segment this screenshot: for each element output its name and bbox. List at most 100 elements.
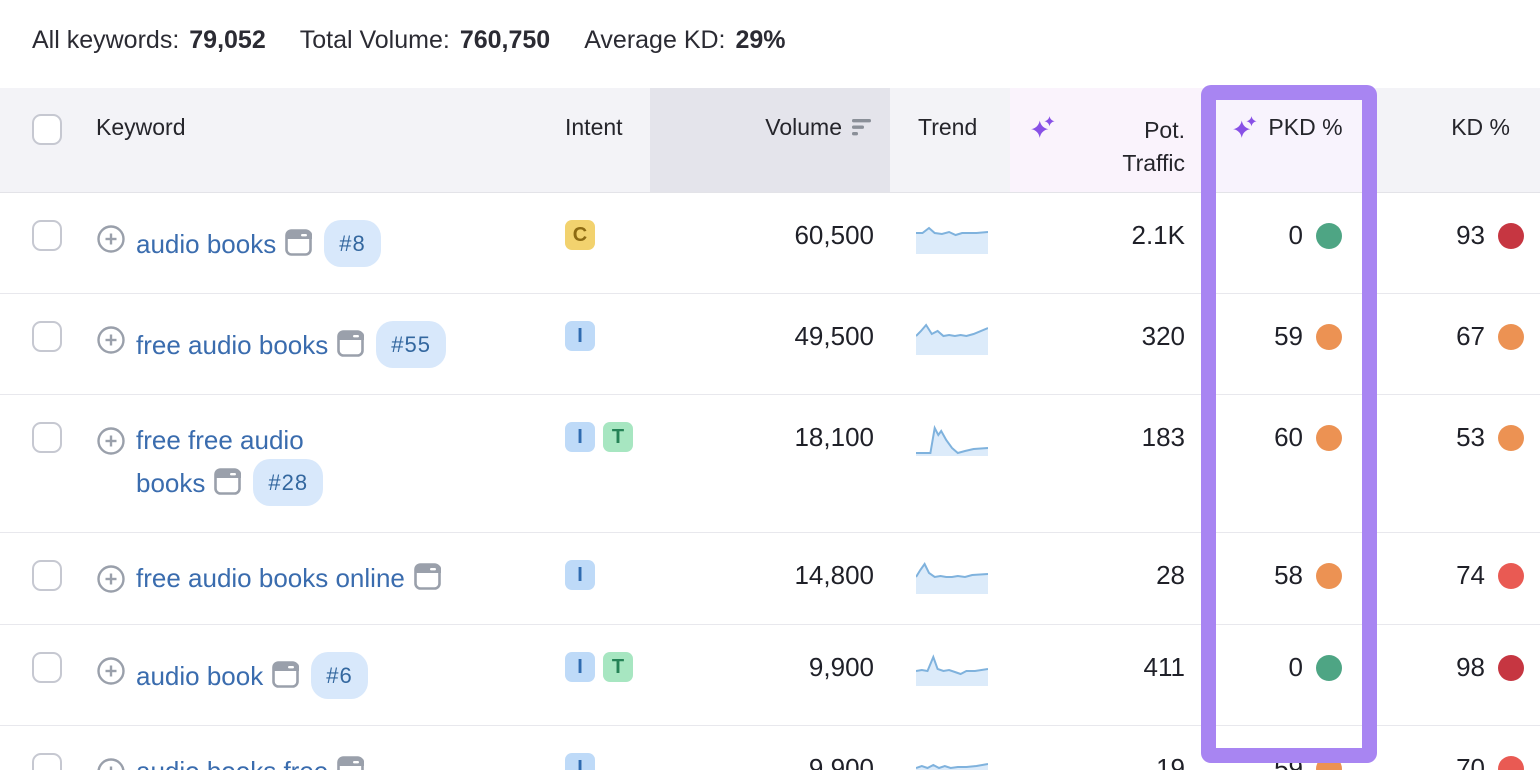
keyword-link[interactable]: audio book [136, 661, 263, 691]
serp-features-icon[interactable] [285, 229, 312, 256]
kd-cell: 93 [1376, 193, 1540, 277]
keyword-cell: free audio books #55 [80, 294, 555, 394]
row-checkbox[interactable] [32, 560, 62, 591]
volume-cell: 9,900 [650, 625, 890, 709]
add-keyword-icon[interactable] [96, 656, 126, 686]
kd-value: 93 [1456, 220, 1485, 251]
serp-features-icon[interactable] [272, 661, 299, 688]
row-checkbox[interactable] [32, 220, 62, 251]
pkd-value: 59 [1274, 753, 1303, 770]
average-kd-label: Average KD: [584, 26, 725, 55]
table-header-row: Keyword Intent Volume Trend Pot. Traf [0, 88, 1540, 193]
serp-features-icon[interactable] [337, 756, 364, 770]
pkd-value: 59 [1274, 321, 1303, 352]
ranking-position-badge: #8 [324, 220, 380, 267]
keyword-link[interactable]: audio books [136, 229, 276, 259]
pkd-difficulty-dot [1316, 425, 1342, 451]
pkd-cell: 0 [1205, 193, 1376, 277]
pkd-value: 0 [1289, 220, 1303, 251]
kd-value: 74 [1456, 560, 1485, 591]
pkd-difficulty-dot [1316, 655, 1342, 681]
pkd-difficulty-dot [1316, 223, 1342, 249]
kd-difficulty-dot [1498, 756, 1524, 770]
row-checkbox-cell [0, 395, 80, 479]
kd-value: 67 [1456, 321, 1485, 352]
select-all-checkbox[interactable] [32, 114, 62, 145]
keyword-link[interactable]: free audio books online [136, 563, 405, 593]
keyword-cell: audio books #8 [80, 193, 555, 293]
trend-cell [890, 625, 1010, 714]
ai-sparkle-icon [1232, 114, 1258, 140]
pkd-cell: 58 [1205, 533, 1376, 617]
add-keyword-icon[interactable] [96, 757, 126, 770]
row-checkbox-cell [0, 193, 80, 277]
total-volume-label: Total Volume: [300, 26, 450, 55]
row-checkbox[interactable] [32, 652, 62, 683]
trend-cell [890, 395, 1010, 484]
serp-features-icon[interactable] [414, 563, 441, 590]
keyword-text-wrap: free audio books online [136, 560, 441, 597]
intent-badge-transactional: T [603, 652, 633, 682]
pkd-difficulty-dot [1316, 324, 1342, 350]
serp-features-icon[interactable] [337, 330, 364, 357]
keyword-link[interactable]: free audio books [136, 330, 328, 360]
keyword-text-wrap: free free audio books#28 [136, 422, 323, 506]
volume-cell: 49,500 [650, 294, 890, 378]
trend-sparkline [916, 652, 988, 688]
keyword-text-wrap: free audio books #55 [136, 321, 446, 368]
volume-cell: 9,900 [650, 726, 890, 770]
trend-cell [890, 193, 1010, 282]
column-header-pot-traffic[interactable]: Pot. Traffic [1010, 88, 1205, 192]
intent-badge-informational: I [565, 422, 595, 452]
column-header-pkd[interactable]: PKD % [1205, 88, 1376, 192]
kd-difficulty-dot [1498, 655, 1524, 681]
serp-features-icon[interactable] [214, 468, 241, 495]
keyword-cell: free audio books online [80, 533, 555, 623]
ai-sparkle-icon [1030, 114, 1056, 140]
table-row: audio book#6 IT 9,900 411 0 98 [0, 625, 1540, 726]
trend-sparkline [916, 220, 988, 256]
add-keyword-icon[interactable] [96, 325, 126, 355]
table-row: free audio books#55 I 49,500 320 59 67 [0, 294, 1540, 395]
sort-descending-icon [852, 118, 874, 137]
keyword-cell: free free audio books#28 [80, 395, 555, 532]
table-row: free audio books online I 14,800 28 58 7… [0, 533, 1540, 625]
row-checkbox[interactable] [32, 321, 62, 352]
trend-sparkline [916, 321, 988, 357]
intent-cell: I [555, 533, 650, 616]
summary-total-volume: Total Volume: 760,750 [300, 26, 550, 55]
keyword-text-wrap: audio book #6 [136, 652, 368, 699]
add-keyword-icon[interactable] [96, 564, 126, 594]
row-checkbox[interactable] [32, 422, 62, 453]
row-checkbox[interactable] [32, 753, 62, 770]
intent-cell: C [555, 193, 650, 276]
column-header-kd[interactable]: KD % [1376, 88, 1540, 192]
trend-cell [890, 533, 1010, 622]
kd-cell: 98 [1376, 625, 1540, 709]
add-keyword-icon[interactable] [96, 426, 126, 456]
kd-difficulty-dot [1498, 223, 1524, 249]
ranking-position-badge: #6 [311, 652, 367, 699]
trend-sparkline [916, 422, 988, 458]
kd-cell: 70 [1376, 726, 1540, 770]
pot-traffic-cell: 411 [1010, 625, 1205, 709]
kd-value: 98 [1456, 652, 1485, 683]
all-keywords-value: 79,052 [189, 26, 265, 55]
pot-traffic-cell: 19 [1010, 726, 1205, 770]
add-keyword-icon[interactable] [96, 224, 126, 254]
intent-badge-informational: I [565, 652, 595, 682]
pkd-cell: 59 [1205, 294, 1376, 378]
keyword-link[interactable]: audio books free [136, 756, 328, 770]
ranking-position-badge: #55 [376, 321, 446, 368]
pkd-cell: 60 [1205, 395, 1376, 479]
column-header-trend: Trend [890, 88, 1010, 192]
total-volume-value: 760,750 [460, 26, 550, 55]
row-checkbox-cell [0, 294, 80, 378]
average-kd-value: 29% [736, 26, 786, 55]
column-header-keyword: Keyword [80, 88, 555, 192]
trend-cell [890, 294, 1010, 383]
pkd-cell: 59 [1205, 726, 1376, 770]
column-header-volume[interactable]: Volume [650, 88, 890, 192]
column-header-intent: Intent [555, 88, 650, 192]
pot-traffic-cell: 28 [1010, 533, 1205, 617]
